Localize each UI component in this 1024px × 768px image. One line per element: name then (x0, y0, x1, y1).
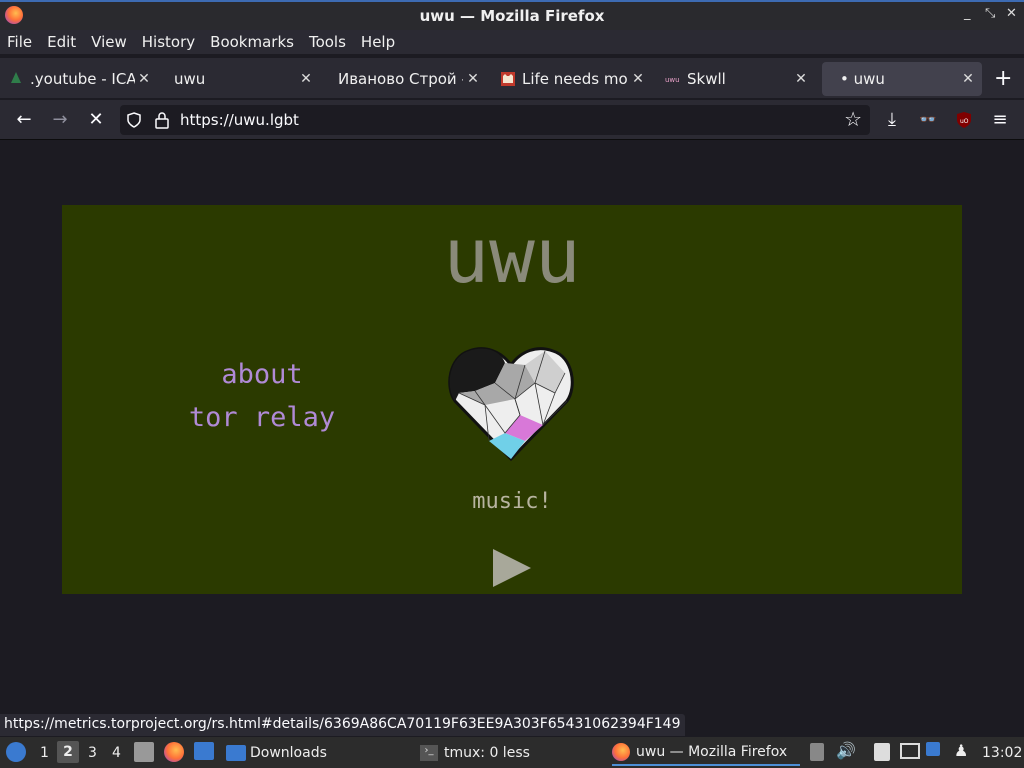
tab-label: Skwll (687, 70, 726, 88)
menu-file[interactable]: File (7, 33, 32, 51)
user-icon[interactable]: ♟ (954, 741, 968, 760)
page-content: uwu about tor relay music! (0, 141, 1024, 715)
site-nav: about tor relay (172, 353, 352, 439)
clock: 13:02 (982, 745, 1023, 761)
task-tmux[interactable]: ›_ tmux: 0 less (420, 739, 530, 766)
tab-uwu[interactable]: uwu ✕ (168, 62, 320, 96)
tab-close-icon[interactable]: ✕ (298, 71, 314, 87)
lock-icon[interactable] (154, 111, 170, 129)
menu-bar: File Edit View History Bookmarks Tools H… (0, 30, 1024, 54)
firefox-icon (5, 6, 23, 24)
star-icon[interactable]: ☆ (844, 107, 862, 131)
stop-icon[interactable]: ✕ (84, 108, 108, 132)
tab-skwll[interactable]: uwu Skwll ✕ (665, 62, 815, 96)
new-tab-icon[interactable]: + (994, 66, 1012, 91)
site-panel: uwu about tor relay music! (62, 205, 962, 594)
menu-icon[interactable]: ≡ (988, 108, 1012, 132)
ublock-icon[interactable]: uO (955, 111, 973, 129)
tab-bar: .youtube - ICA ✕ uwu ✕ Иваново Строй - ✕… (0, 58, 1024, 98)
menu-help[interactable]: Help (361, 33, 395, 51)
tor-relay-link[interactable]: tor relay (172, 396, 352, 439)
status-url: https://metrics.torproject.org/rs.html#d… (0, 714, 685, 736)
network-icon[interactable] (900, 743, 920, 759)
workspace-3[interactable]: 3 (88, 745, 97, 761)
about-link[interactable]: about (172, 353, 352, 396)
menu-edit[interactable]: Edit (47, 33, 76, 51)
tab-label: .youtube - ICA (30, 70, 135, 88)
tab-close-icon[interactable]: ✕ (793, 71, 809, 87)
svg-text:uO: uO (960, 118, 969, 125)
tab-close-icon[interactable]: ✕ (960, 71, 976, 87)
window-title: uwu — Mozilla Firefox (419, 7, 605, 25)
workspace-4[interactable]: 4 (112, 745, 121, 761)
terminal-icon: ›_ (420, 744, 438, 761)
file-manager-icon[interactable] (134, 742, 154, 762)
downloads-icon[interactable]: ⤓ (880, 108, 904, 132)
task-downloads[interactable]: Downloads (226, 739, 327, 766)
extension-icon[interactable]: 👓 (916, 108, 940, 132)
workspace-2[interactable]: 2 (57, 741, 79, 763)
restore-icon[interactable]: ⤡ (985, 6, 995, 21)
tab-close-icon[interactable]: ✕ (136, 71, 152, 87)
minimize-icon[interactable]: _ (964, 6, 971, 21)
task-label: tmux: 0 less (444, 744, 530, 761)
music-label: music! (472, 489, 552, 514)
tab-label: uwu (174, 70, 206, 88)
taskbar: 1 2 3 4 Downloads ›_ tmux: 0 less uwu — … (0, 737, 1024, 768)
forward-icon[interactable]: → (48, 108, 72, 132)
play-icon[interactable] (493, 549, 531, 587)
task-label: uwu — Mozilla Firefox (636, 743, 788, 760)
close-icon[interactable]: ✕ (1006, 6, 1017, 21)
task-label: Downloads (250, 744, 327, 761)
folder-icon (226, 744, 246, 761)
shield-icon[interactable] (126, 112, 142, 128)
tray-item-icon[interactable] (810, 743, 824, 761)
uwu-icon: uwu (665, 76, 680, 84)
menu-history[interactable]: History (142, 33, 195, 51)
tab-label: • uwu (840, 70, 885, 88)
tab-uwu-active[interactable]: • uwu ✕ (822, 62, 982, 96)
firefox-icon (612, 742, 630, 761)
tab-life-needs[interactable]: Life needs mo ✕ (500, 62, 652, 96)
site-title: uwu (443, 211, 581, 300)
window-titlebar: uwu — Mozilla Firefox _ ⤡ ✕ (0, 0, 1024, 30)
nav-bar: ← → ✕ https://uwu.lgbt ☆ ⤓ 👓 uO ≡ (0, 100, 1024, 140)
heart-image (448, 347, 574, 462)
leaf-icon (11, 72, 21, 83)
notification-icon[interactable] (926, 742, 940, 756)
menu-tools[interactable]: Tools (309, 33, 346, 51)
tab-close-icon[interactable]: ✕ (630, 71, 646, 87)
clipboard-icon[interactable] (874, 743, 890, 761)
back-icon[interactable]: ← (12, 108, 36, 132)
firefox-launcher-icon[interactable] (164, 742, 184, 762)
tab-close-icon[interactable]: ✕ (465, 71, 481, 87)
url-text[interactable]: https://uwu.lgbt (180, 111, 299, 129)
tab-label: Иваново Строй - (338, 70, 463, 88)
desktop-icon[interactable] (194, 742, 214, 760)
menu-bookmarks[interactable]: Bookmarks (210, 33, 294, 51)
task-firefox[interactable]: uwu — Mozilla Firefox (612, 739, 800, 766)
workspace-1[interactable]: 1 (40, 745, 49, 761)
start-menu-icon[interactable] (6, 742, 26, 762)
tab-ivanovo[interactable]: Иваново Строй - ✕ (332, 62, 487, 96)
tab-label: Life needs mo (522, 70, 628, 88)
url-bar[interactable]: https://uwu.lgbt ☆ (120, 105, 870, 135)
menu-view[interactable]: View (91, 33, 127, 51)
tab-youtube[interactable]: .youtube - ICA ✕ (8, 62, 158, 96)
volume-icon[interactable]: 🔊 (836, 741, 856, 760)
svg-text:uwu: uwu (665, 76, 680, 84)
cat-icon (501, 72, 515, 86)
